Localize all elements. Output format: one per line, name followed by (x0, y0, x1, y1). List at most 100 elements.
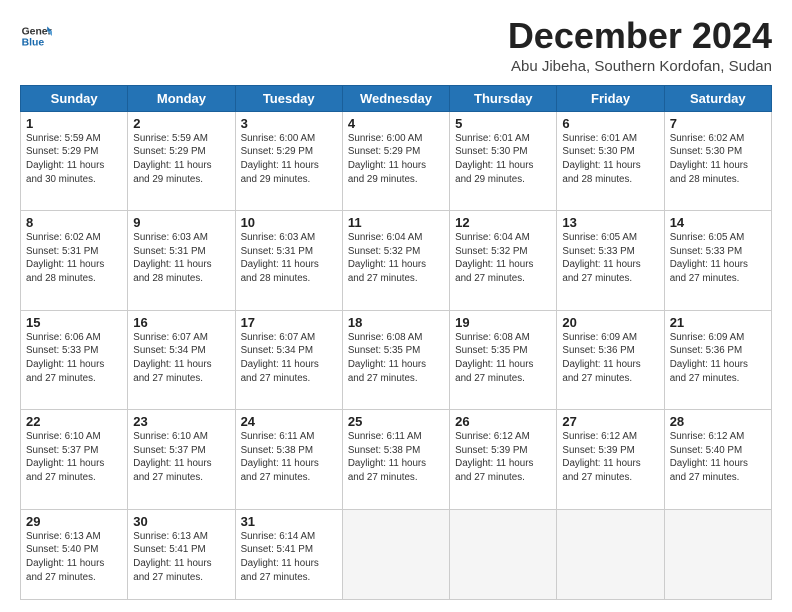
table-row: 24Sunrise: 6:11 AMSunset: 5:38 PMDayligh… (235, 410, 342, 509)
day-info: Sunrise: 6:01 AMSunset: 5:30 PMDaylight:… (562, 132, 658, 187)
svg-text:Blue: Blue (22, 38, 45, 49)
table-row: 16Sunrise: 6:07 AMSunset: 5:34 PMDayligh… (128, 310, 235, 409)
table-row (664, 509, 771, 599)
day-info: Sunrise: 6:08 AMSunset: 5:35 PMDaylight:… (455, 331, 551, 386)
header-tuesday: Tuesday (235, 85, 342, 111)
main-title: December 2024 (508, 16, 772, 56)
day-info: Sunrise: 6:11 AMSunset: 5:38 PMDaylight:… (241, 430, 337, 485)
day-info: Sunrise: 6:01 AMSunset: 5:30 PMDaylight:… (455, 132, 551, 187)
day-info: Sunrise: 6:03 AMSunset: 5:31 PMDaylight:… (133, 231, 229, 286)
day-info: Sunrise: 6:13 AMSunset: 5:41 PMDaylight:… (133, 530, 229, 585)
table-row: 7Sunrise: 6:02 AMSunset: 5:30 PMDaylight… (664, 111, 771, 210)
table-row: 12Sunrise: 6:04 AMSunset: 5:32 PMDayligh… (450, 211, 557, 310)
week-row-5: 29Sunrise: 6:13 AMSunset: 5:40 PMDayligh… (21, 509, 772, 599)
day-number: 29 (26, 514, 122, 529)
day-number: 27 (562, 414, 658, 429)
header-monday: Monday (128, 85, 235, 111)
day-number: 5 (455, 116, 551, 131)
table-row: 29Sunrise: 6:13 AMSunset: 5:40 PMDayligh… (21, 509, 128, 599)
day-info: Sunrise: 6:05 AMSunset: 5:33 PMDaylight:… (562, 231, 658, 286)
table-row: 6Sunrise: 6:01 AMSunset: 5:30 PMDaylight… (557, 111, 664, 210)
subtitle: Abu Jibeha, Southern Kordofan, Sudan (508, 58, 772, 75)
header-thursday: Thursday (450, 85, 557, 111)
day-number: 18 (348, 315, 444, 330)
table-row: 14Sunrise: 6:05 AMSunset: 5:33 PMDayligh… (664, 211, 771, 310)
table-row: 10Sunrise: 6:03 AMSunset: 5:31 PMDayligh… (235, 211, 342, 310)
day-info: Sunrise: 6:07 AMSunset: 5:34 PMDaylight:… (133, 331, 229, 386)
day-info: Sunrise: 6:14 AMSunset: 5:41 PMDaylight:… (241, 530, 337, 585)
day-info: Sunrise: 6:10 AMSunset: 5:37 PMDaylight:… (133, 430, 229, 485)
day-number: 15 (26, 315, 122, 330)
table-row: 26Sunrise: 6:12 AMSunset: 5:39 PMDayligh… (450, 410, 557, 509)
day-number: 7 (670, 116, 766, 131)
logo-icon: General Blue (20, 20, 52, 52)
table-row: 5Sunrise: 6:01 AMSunset: 5:30 PMDaylight… (450, 111, 557, 210)
day-number: 17 (241, 315, 337, 330)
day-number: 4 (348, 116, 444, 131)
table-row: 25Sunrise: 6:11 AMSunset: 5:38 PMDayligh… (342, 410, 449, 509)
table-row: 1Sunrise: 5:59 AMSunset: 5:29 PMDaylight… (21, 111, 128, 210)
day-info: Sunrise: 6:04 AMSunset: 5:32 PMDaylight:… (455, 231, 551, 286)
day-number: 30 (133, 514, 229, 529)
table-row (450, 509, 557, 599)
table-row: 21Sunrise: 6:09 AMSunset: 5:36 PMDayligh… (664, 310, 771, 409)
header-sunday: Sunday (21, 85, 128, 111)
day-info: Sunrise: 6:07 AMSunset: 5:34 PMDaylight:… (241, 331, 337, 386)
week-row-2: 8Sunrise: 6:02 AMSunset: 5:31 PMDaylight… (21, 211, 772, 310)
day-info: Sunrise: 6:12 AMSunset: 5:39 PMDaylight:… (562, 430, 658, 485)
day-number: 21 (670, 315, 766, 330)
day-info: Sunrise: 6:12 AMSunset: 5:40 PMDaylight:… (670, 430, 766, 485)
day-number: 3 (241, 116, 337, 131)
title-block: December 2024 Abu Jibeha, Southern Kordo… (508, 16, 772, 75)
table-row: 22Sunrise: 6:10 AMSunset: 5:37 PMDayligh… (21, 410, 128, 509)
day-info: Sunrise: 6:06 AMSunset: 5:33 PMDaylight:… (26, 331, 122, 386)
day-info: Sunrise: 6:04 AMSunset: 5:32 PMDaylight:… (348, 231, 444, 286)
week-row-4: 22Sunrise: 6:10 AMSunset: 5:37 PMDayligh… (21, 410, 772, 509)
table-row: 11Sunrise: 6:04 AMSunset: 5:32 PMDayligh… (342, 211, 449, 310)
day-number: 6 (562, 116, 658, 131)
day-number: 16 (133, 315, 229, 330)
day-number: 24 (241, 414, 337, 429)
day-number: 28 (670, 414, 766, 429)
table-row: 15Sunrise: 6:06 AMSunset: 5:33 PMDayligh… (21, 310, 128, 409)
table-row: 23Sunrise: 6:10 AMSunset: 5:37 PMDayligh… (128, 410, 235, 509)
day-number: 8 (26, 215, 122, 230)
day-number: 10 (241, 215, 337, 230)
day-number: 26 (455, 414, 551, 429)
day-number: 22 (26, 414, 122, 429)
day-number: 31 (241, 514, 337, 529)
table-row (342, 509, 449, 599)
table-row: 3Sunrise: 6:00 AMSunset: 5:29 PMDaylight… (235, 111, 342, 210)
table-row: 19Sunrise: 6:08 AMSunset: 5:35 PMDayligh… (450, 310, 557, 409)
table-row: 31Sunrise: 6:14 AMSunset: 5:41 PMDayligh… (235, 509, 342, 599)
calendar-table: Sunday Monday Tuesday Wednesday Thursday… (20, 85, 772, 600)
day-number: 1 (26, 116, 122, 131)
header: General Blue December 2024 Abu Jibeha, S… (20, 16, 772, 75)
day-info: Sunrise: 6:02 AMSunset: 5:30 PMDaylight:… (670, 132, 766, 187)
day-info: Sunrise: 6:09 AMSunset: 5:36 PMDaylight:… (562, 331, 658, 386)
day-number: 20 (562, 315, 658, 330)
day-number: 11 (348, 215, 444, 230)
header-saturday: Saturday (664, 85, 771, 111)
day-number: 19 (455, 315, 551, 330)
table-row: 30Sunrise: 6:13 AMSunset: 5:41 PMDayligh… (128, 509, 235, 599)
table-row: 2Sunrise: 5:59 AMSunset: 5:29 PMDaylight… (128, 111, 235, 210)
table-row: 28Sunrise: 6:12 AMSunset: 5:40 PMDayligh… (664, 410, 771, 509)
table-row: 20Sunrise: 6:09 AMSunset: 5:36 PMDayligh… (557, 310, 664, 409)
day-info: Sunrise: 6:10 AMSunset: 5:37 PMDaylight:… (26, 430, 122, 485)
day-info: Sunrise: 6:00 AMSunset: 5:29 PMDaylight:… (241, 132, 337, 187)
header-friday: Friday (557, 85, 664, 111)
day-number: 12 (455, 215, 551, 230)
day-number: 2 (133, 116, 229, 131)
day-info: Sunrise: 5:59 AMSunset: 5:29 PMDaylight:… (26, 132, 122, 187)
day-number: 23 (133, 414, 229, 429)
day-number: 9 (133, 215, 229, 230)
day-info: Sunrise: 6:02 AMSunset: 5:31 PMDaylight:… (26, 231, 122, 286)
day-info: Sunrise: 6:00 AMSunset: 5:29 PMDaylight:… (348, 132, 444, 187)
table-row: 27Sunrise: 6:12 AMSunset: 5:39 PMDayligh… (557, 410, 664, 509)
table-row: 8Sunrise: 6:02 AMSunset: 5:31 PMDaylight… (21, 211, 128, 310)
logo: General Blue (20, 20, 52, 52)
day-number: 14 (670, 215, 766, 230)
header-wednesday: Wednesday (342, 85, 449, 111)
table-row: 13Sunrise: 6:05 AMSunset: 5:33 PMDayligh… (557, 211, 664, 310)
